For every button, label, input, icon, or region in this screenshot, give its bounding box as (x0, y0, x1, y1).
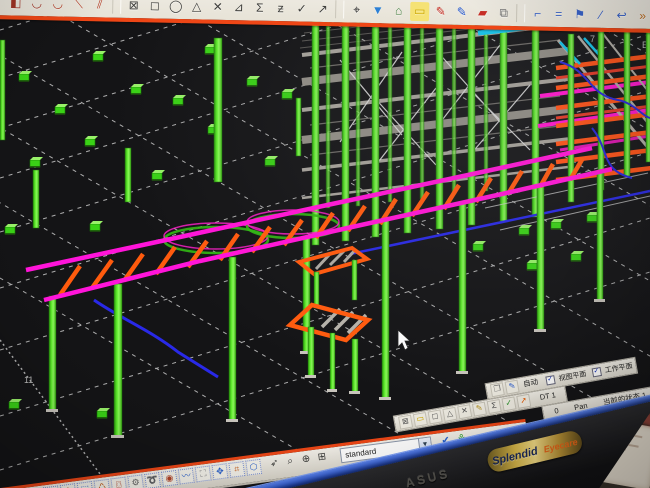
snap-arrow-icon[interactable]: ↗ (313, 0, 332, 19)
auto-label: 自动 (522, 376, 539, 389)
find-icon[interactable]: ⌖ (347, 1, 366, 20)
fast-forward-icon[interactable]: » (633, 7, 650, 26)
snap-note-icon[interactable]: ▭ (413, 412, 428, 427)
copy-icon[interactable]: ⧉ (494, 4, 513, 23)
svg-text:11: 11 (24, 375, 33, 385)
slant-tool-icon[interactable]: ⟍ (69, 0, 88, 14)
move-icon[interactable]: ✥ (212, 463, 229, 480)
view-plane-checkbox[interactable]: ✓ (545, 375, 555, 385)
weld-icon[interactable]: ⌼ (110, 477, 127, 488)
home-icon[interactable]: ⌂ (389, 1, 408, 20)
photo-of-monitor: 3 7 7 E 11 (0, 0, 650, 488)
views-icon[interactable]: ⊞ (314, 450, 330, 466)
snap-line-icon[interactable]: ƶ (271, 0, 290, 18)
frame-icon[interactable]: ⛶ (195, 466, 212, 483)
bolt-icon[interactable]: ✣ (60, 483, 77, 488)
beam-tool-icon[interactable]: ◡ (27, 0, 46, 13)
fly-icon[interactable]: ➶ (267, 456, 283, 472)
model-left-columns[interactable] (0, 38, 301, 228)
work-plane-label: 工作平面 (604, 363, 633, 375)
separator (112, 0, 121, 14)
work-plane-checkbox[interactable]: ✓ (591, 367, 601, 377)
view-tool-icons: ➶⌕⊕⊞ (265, 448, 331, 473)
filter-icon[interactable]: ▼ (368, 1, 387, 20)
count-indicator: 0 (554, 406, 560, 416)
pan-icon[interactable]: ⊕ (298, 452, 314, 468)
zoom-icon[interactable]: ⌕ (282, 454, 298, 470)
column-tool-icon[interactable]: ◧ (6, 0, 25, 13)
snap-square-icon[interactable]: ◻ (145, 0, 164, 16)
bracket-icon[interactable]: ⌐ (528, 4, 547, 23)
hex-icon[interactable]: ⬡ (245, 459, 262, 476)
snap-cross-icon[interactable]: ✕ (457, 404, 472, 419)
snap-cross-icon[interactable]: ✕ (208, 0, 227, 17)
asus-logo: ASUS (404, 466, 451, 488)
snap-check-icon[interactable]: ✓ (292, 0, 311, 19)
arc-tool-icon[interactable]: ◡ (48, 0, 67, 14)
separator (516, 4, 525, 22)
note-icon[interactable]: ▭ (410, 2, 429, 21)
hatch-tool-icon[interactable]: ⫽ (90, 0, 109, 15)
mouse-cursor (398, 330, 410, 350)
loop-icon[interactable]: ➰ (144, 472, 161, 488)
snap-triangle-icon[interactable]: △ (187, 0, 206, 17)
snap-points-icon[interactable]: ⊠ (124, 0, 143, 15)
snap-pen-icon[interactable]: ✎ (472, 402, 487, 417)
brush-icon[interactable]: ✎ (505, 380, 520, 395)
model-footings[interactable] (5, 44, 600, 419)
snap-square-icon[interactable]: ◻ (428, 409, 443, 424)
fill-red-icon[interactable]: ▰ (473, 3, 492, 22)
mesh-icon[interactable]: ⌗ (228, 461, 245, 478)
slash-icon[interactable]: ∕ (591, 6, 610, 25)
undo-icon[interactable]: ↩ (612, 6, 631, 25)
view-plane-label: 视图平面 (558, 371, 587, 383)
recycle-icon[interactable]: ♺ (94, 479, 111, 488)
snap-perpendicular-icon[interactable]: ⊿ (229, 0, 248, 17)
separator (335, 0, 344, 18)
dt-indicator: DT 1 (539, 391, 556, 403)
snap-points-icon[interactable]: ⊠ (398, 415, 413, 430)
pen-blue-icon[interactable]: ✎ (452, 3, 471, 22)
wave-icon[interactable]: 〰 (178, 468, 195, 485)
snap-sum-icon[interactable]: Σ (487, 399, 502, 414)
window-icon[interactable]: ❐ (490, 382, 505, 397)
gear-icon[interactable]: ⚙ (127, 474, 144, 488)
plate-icon[interactable]: ⬚ (77, 481, 94, 488)
model-platforms[interactable] (290, 248, 368, 394)
snap-sum-icon[interactable]: Σ (250, 0, 269, 18)
flag-icon[interactable]: ⚑ (570, 5, 589, 24)
equals-icon[interactable]: = (549, 5, 568, 24)
snap-check-icon[interactable]: ✓ (501, 396, 516, 411)
snap-triangle-icon[interactable]: △ (442, 407, 457, 422)
pen-red-icon[interactable]: ✎ (431, 2, 450, 21)
snap-circle-icon[interactable]: ◯ (166, 0, 185, 16)
svg-text:7: 7 (590, 34, 595, 44)
target-icon[interactable]: ◉ (161, 470, 178, 487)
sticker-text-primary: Splendid (491, 445, 539, 468)
snap-arrow-icon[interactable]: ➚ (516, 394, 531, 409)
sticker-text-secondary: Eyecare (543, 437, 579, 455)
